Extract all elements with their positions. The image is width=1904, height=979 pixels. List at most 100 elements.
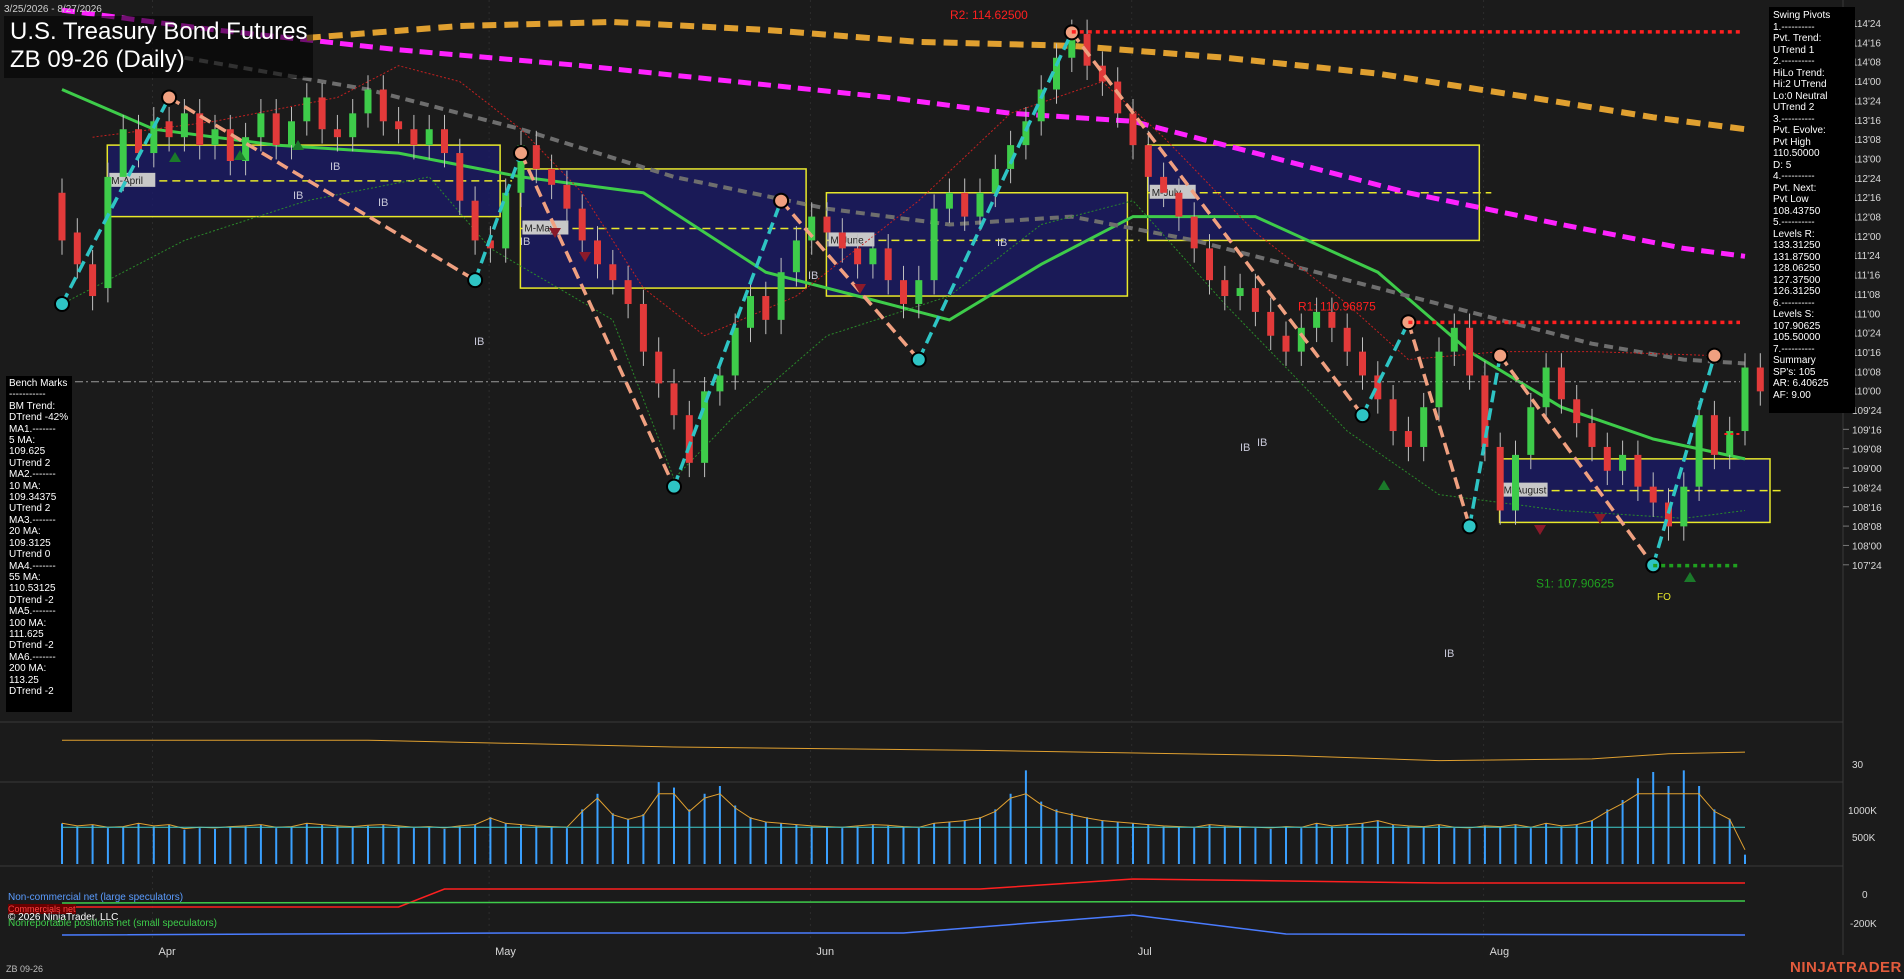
bench-mark-line: MA1.------- (9, 423, 56, 435)
swing-pivot-marker (1706, 347, 1723, 364)
bench-mark-line: 109.3125 (9, 537, 51, 549)
chart-subtitle: ZB 09-26 (Daily) (10, 46, 185, 73)
candle-body (1359, 351, 1366, 376)
swing-pivot-line: 110.50000 (1773, 148, 1820, 159)
price-chart: 114'24 114'16 114'08 114'00 113'24 113'16 113'… (0, 0, 1882, 958)
price-axis-label: 111'16 (1852, 271, 1881, 282)
up-triangle-marker (1684, 572, 1696, 582)
swing-pivot-line: Pvt. Trend: (1773, 33, 1822, 44)
swing-pivot-line: Pvt High (1773, 136, 1811, 148)
candle-body (1573, 399, 1581, 424)
month-label: May (495, 946, 516, 958)
price-axis-label: 113'08 (1852, 135, 1881, 146)
candle-body (333, 129, 341, 138)
chart-title: U.S. Treasury Bond Futures (10, 18, 308, 45)
swing-pivot-marker (666, 478, 682, 495)
volume-axis-label: 1000K (1848, 806, 1877, 817)
candle-body (1206, 248, 1213, 281)
candle-body (548, 168, 556, 185)
candle-body (930, 208, 938, 281)
candle-body (563, 184, 571, 209)
candle-body (257, 113, 265, 138)
bench-mark-line: UTrend 2 (9, 457, 51, 469)
candle-body (1649, 486, 1657, 503)
candle-body (1251, 288, 1259, 312)
candle-body (915, 280, 923, 304)
candle-body (1450, 327, 1458, 352)
r2-label: R2: 114.62500 (950, 8, 1028, 22)
down-triangle-marker (1534, 525, 1546, 535)
candle-body (670, 383, 678, 416)
swing-pivot-marker (1492, 347, 1509, 364)
bench-mark-line: DTrend -2 (9, 685, 54, 697)
cot-large-line (61, 914, 1746, 936)
swing-pivot-marker (161, 89, 178, 106)
swing-pivot-line: 126.31250 (1773, 286, 1821, 297)
bench-mark-line: MA5.------- (9, 606, 56, 618)
candle-body (410, 129, 418, 146)
bench-mark-line: 200 MA: (9, 663, 47, 675)
candle-body (73, 232, 81, 265)
volume-axis-label: 500K (1852, 833, 1876, 844)
bench-mark-line: DTrend -2 (9, 640, 54, 652)
ib-label: IB (520, 236, 530, 248)
candle-body (456, 153, 464, 201)
candle-body (1343, 327, 1351, 352)
swing-pivot-line: Swing Pivots (1773, 10, 1831, 21)
month-box-label: M-June (830, 235, 864, 246)
ib-label: IB (330, 161, 340, 173)
candle-body (1282, 335, 1290, 352)
candle-body (1190, 216, 1198, 249)
bench-mark-line: BM Trend: (9, 400, 56, 412)
fo-label: FO (1657, 592, 1671, 603)
candle-body (823, 216, 831, 233)
candle-body (884, 248, 892, 281)
cot-small-label: Nonreportable positions net (small specu… (8, 918, 217, 929)
swing-pivot-marker (1461, 518, 1478, 535)
r1-label: R1: 110.96875 (1298, 299, 1376, 313)
footer-symbol: ZB 09-26 (6, 964, 44, 974)
candle-body (792, 240, 800, 273)
price-axis-label: 114'16 (1852, 38, 1881, 49)
cot-axis-label: -200K (1850, 919, 1877, 930)
bench-mark-line: 10 MA: (9, 480, 41, 492)
swing-pivot-line: AF: 9.00 (1773, 389, 1811, 401)
oscillator-line (62, 739, 1746, 762)
bench-mark-line: 111.625 (9, 628, 44, 640)
candle-body (211, 129, 219, 146)
price-axis-label: 108'24 (1852, 483, 1882, 494)
swing-pivot-line: 5.---------- (1773, 217, 1815, 228)
candle-body (532, 145, 540, 169)
ib-label: IB (997, 237, 1007, 249)
candle-body (777, 272, 785, 320)
candle-body (395, 121, 403, 130)
candle-body (425, 129, 433, 146)
candle-body (624, 280, 632, 304)
price-axis-label: 111'00 (1852, 309, 1881, 320)
price-axis-label: 112'08 (1852, 213, 1881, 224)
price-axis-label: 113'00 (1852, 154, 1881, 165)
candle-body (1619, 454, 1627, 471)
candle-body (639, 303, 647, 352)
price-axis-label: 110'16 (1852, 348, 1881, 359)
swing-pivot-line: 4.---------- (1773, 171, 1815, 182)
swing-pivot-line: Pvt Low (1773, 194, 1809, 205)
swing-pivot-line: Summary (1773, 355, 1816, 366)
price-axis-label: 109'08 (1852, 445, 1882, 456)
candle-body (1435, 351, 1443, 408)
price-axis-label: 112'16 (1852, 193, 1881, 204)
bench-mark-line: MA3.------- (9, 514, 56, 526)
swing-pivot-line: UTrend 1 (1773, 44, 1815, 56)
swing-pivot-line: 2.---------- (1773, 56, 1815, 67)
candle-body (1542, 367, 1550, 408)
swing-pivot-line: 131.87500 (1773, 251, 1821, 263)
candle-body (594, 240, 601, 265)
ib-label: IB (474, 336, 484, 348)
candle-body (838, 232, 846, 249)
candle-body (165, 121, 173, 138)
candle-body (1634, 454, 1642, 487)
swing-pivot-line: SP's: 105 (1773, 366, 1816, 378)
price-axis-label: 111'24 (1852, 251, 1881, 262)
swing-pivot-marker (467, 272, 484, 289)
candle-body (272, 113, 280, 146)
